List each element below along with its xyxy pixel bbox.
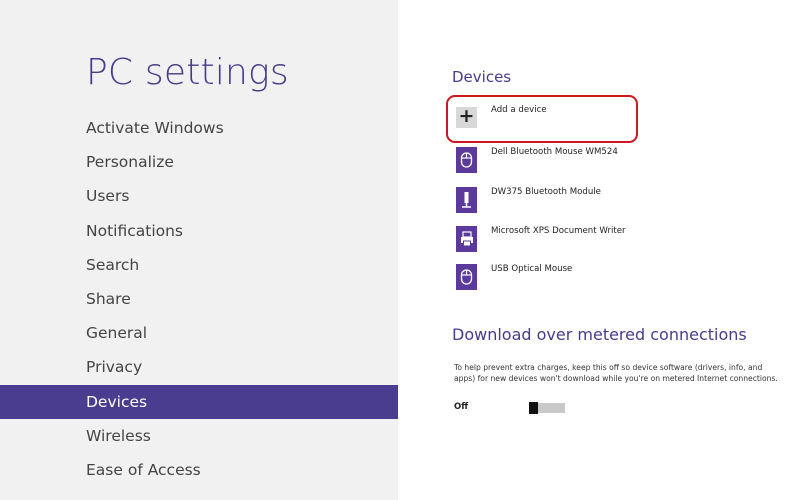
printer-icon	[456, 226, 477, 252]
device-label: Microsoft XPS Document Writer	[491, 226, 626, 236]
usb-icon	[456, 187, 477, 213]
nav-item-activate-windows[interactable]: Activate Windows	[0, 111, 398, 145]
nav-item-users[interactable]: Users	[0, 179, 398, 213]
mouse-icon	[456, 264, 477, 290]
download-metered-description: To help prevent extra charges, keep this…	[454, 363, 778, 383]
left-pane: PC settings Activate Windows Personalize…	[0, 0, 398, 500]
page-title: PC settings	[86, 52, 289, 93]
settings-nav: Activate Windows Personalize Users Notif…	[0, 111, 398, 487]
mouse-icon	[456, 147, 477, 173]
add-device-label: Add a device	[491, 104, 547, 115]
metered-download-toggle[interactable]	[529, 402, 565, 414]
nav-item-share[interactable]: Share	[0, 282, 398, 316]
device-item-usb-mouse[interactable]: USB Optical Mouse	[456, 264, 572, 290]
device-item-bluetooth-module[interactable]: DW375 Bluetooth Module	[456, 187, 601, 213]
device-item-dell-mouse[interactable]: Dell Bluetooth Mouse WM524	[456, 147, 618, 173]
toggle-state-label: Off	[454, 402, 469, 412]
device-label: DW375 Bluetooth Module	[491, 187, 601, 197]
toggle-knob	[529, 402, 538, 414]
nav-item-search[interactable]: Search	[0, 248, 398, 282]
nav-item-privacy[interactable]: Privacy	[0, 350, 398, 384]
plus-icon: +	[456, 107, 477, 128]
nav-item-general[interactable]: General	[0, 316, 398, 350]
add-device-button[interactable]: + Add a device	[456, 104, 547, 128]
device-label: USB Optical Mouse	[491, 264, 573, 274]
nav-item-notifications[interactable]: Notifications	[0, 214, 398, 248]
nav-item-ease-of-access[interactable]: Ease of Access	[0, 453, 398, 487]
devices-heading: Devices	[452, 68, 512, 86]
right-pane: Devices + Add a device Dell Bluetooth Mo…	[398, 0, 785, 500]
nav-item-personalize[interactable]: Personalize	[0, 145, 398, 179]
nav-item-devices[interactable]: Devices	[0, 384, 398, 419]
nav-item-wireless[interactable]: Wireless	[0, 419, 398, 453]
device-label: Dell Bluetooth Mouse WM524	[491, 147, 618, 157]
device-item-xps-writer[interactable]: Microsoft XPS Document Writer	[456, 226, 626, 252]
download-metered-heading: Download over metered connections	[452, 325, 747, 344]
